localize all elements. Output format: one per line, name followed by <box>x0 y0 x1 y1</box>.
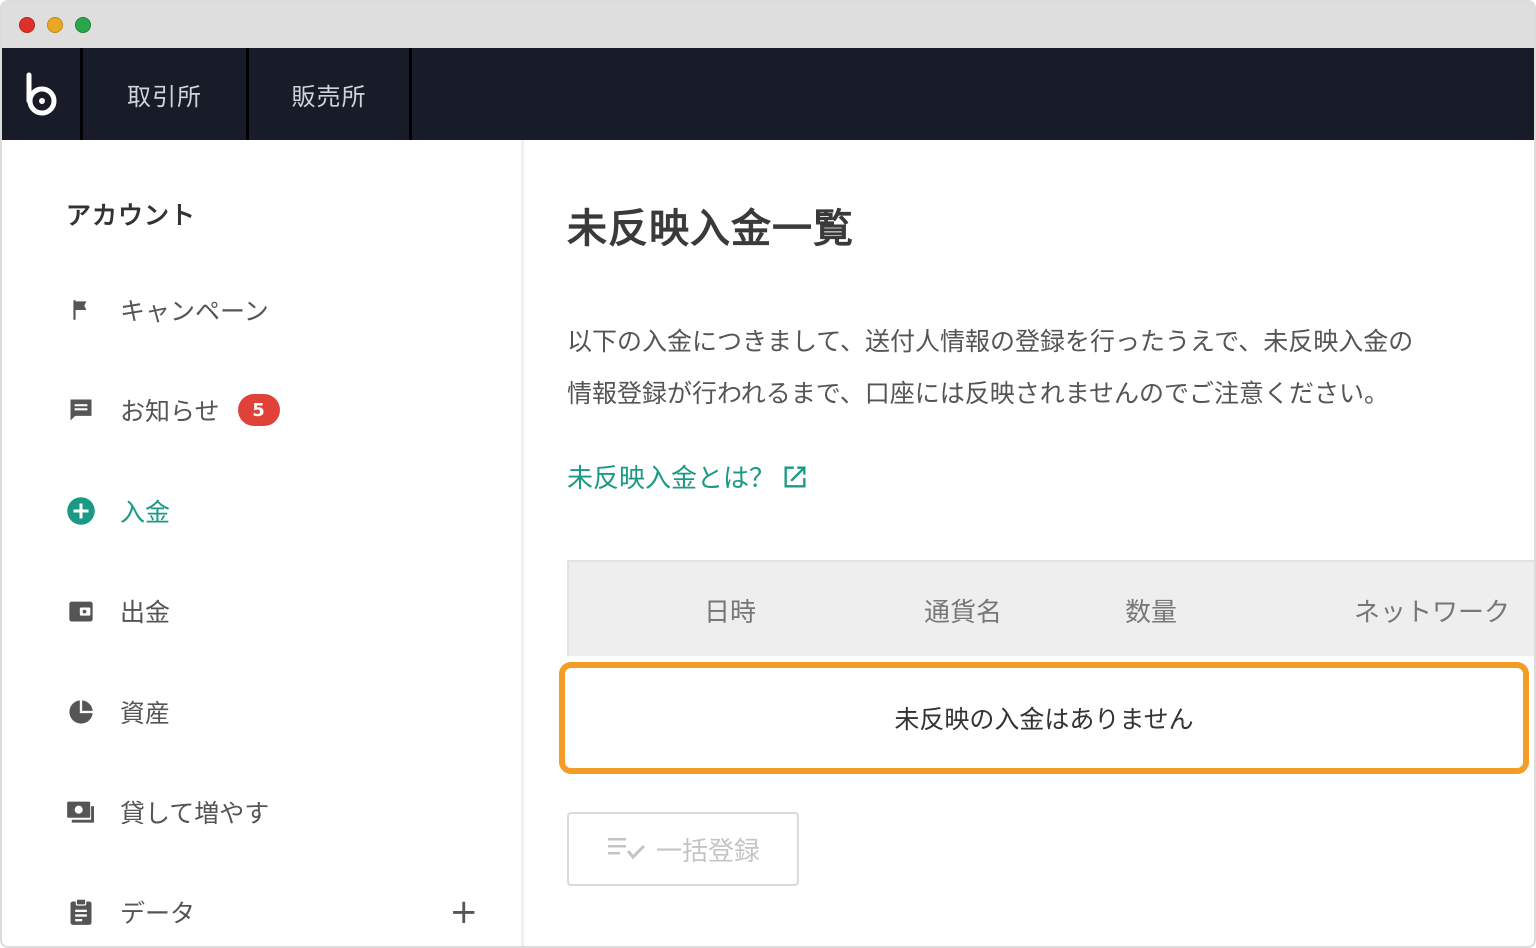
nav-sales-label: 販売所 <box>291 82 367 111</box>
message-icon <box>66 395 96 425</box>
nav-sales[interactable]: 販売所 <box>246 48 412 140</box>
what-is-unreflected-deposit-link[interactable]: 未反映入金とは？ <box>567 458 809 495</box>
sidebar-item-label: データ <box>120 899 196 928</box>
clipboard-icon <box>66 897 96 927</box>
flag-icon <box>66 295 96 325</box>
sidebar-item-label: お知らせ <box>120 397 220 426</box>
sidebar-item-label: 出金 <box>120 598 171 627</box>
sidebar-item-lending[interactable]: 貸して増やす <box>66 792 506 832</box>
sidebar-heading: アカウント <box>66 201 197 230</box>
sidebar-item-data[interactable]: データ + <box>66 892 506 932</box>
bulk-register-label: 一括登録 <box>655 836 760 867</box>
nav-exchange[interactable]: 取引所 <box>80 48 246 140</box>
column-header-currency[interactable]: 通貨名 <box>924 562 1002 658</box>
bulk-register-button[interactable]: 一括登録 <box>567 812 799 886</box>
top-navigation: 取引所 販売所 <box>2 48 1534 140</box>
expand-icon[interactable]: + <box>450 894 479 930</box>
link-label: 未反映入金とは？ <box>567 464 776 494</box>
sidebar-item-news[interactable]: お知らせ 5 <box>66 390 506 430</box>
page-title: 未反映入金一覧 <box>567 206 854 252</box>
wallet-icon <box>66 596 96 626</box>
sidebar-item-deposit[interactable]: 入金 <box>66 491 506 531</box>
sidebar-item-campaign[interactable]: キャンペーン <box>66 290 506 330</box>
main-content: 未反映入金一覧 以下の入金につきまして、送付人情報の登録を行ったうえで、未反映入… <box>527 140 1534 946</box>
plus-circle-icon <box>66 496 96 526</box>
bitbank-logo-icon <box>26 72 57 116</box>
page-description: 以下の入金につきまして、送付人情報の登録を行ったうえで、未反映入金の 情報登録が… <box>567 316 1413 420</box>
sidebar-item-label: 貸して増やす <box>120 799 270 828</box>
pie-chart-icon <box>66 697 96 727</box>
column-header-datetime[interactable]: 日時 <box>704 562 756 658</box>
minimize-window-button[interactable] <box>47 17 63 33</box>
description-line: 情報登録が行われるまで、口座には反映されませんのでご注意ください。 <box>567 379 1390 408</box>
external-link-icon <box>784 466 806 487</box>
maximize-window-button[interactable] <box>75 17 91 33</box>
window-titlebar <box>2 2 1534 48</box>
description-line: 以下の入金につきまして、送付人情報の登録を行ったうえで、未反映入金の <box>567 327 1414 356</box>
browser-window: 取引所 販売所 アカウント キャンペーン お知らせ 5 入金 出金 資産 貸して… <box>0 0 1536 948</box>
close-window-button[interactable] <box>19 17 35 33</box>
nav-exchange-label: 取引所 <box>127 82 202 111</box>
sidebar-item-withdraw[interactable]: 出金 <box>66 591 506 631</box>
table-header: 日時 通貨名 数量 ネットワーク <box>567 560 1534 658</box>
sidebar-item-label: 入金 <box>120 498 171 527</box>
sidebar-item-label: 資産 <box>120 699 171 728</box>
money-icon <box>66 797 96 827</box>
sidebar: アカウント キャンペーン お知らせ 5 入金 出金 資産 貸して増やす データ … <box>2 140 524 946</box>
sidebar-item-label: キャンペーン <box>120 297 269 326</box>
empty-table-message: 未反映の入金はありません <box>559 662 1529 774</box>
sidebar-item-assets[interactable]: 資産 <box>66 692 506 732</box>
column-header-network[interactable]: ネットワーク <box>1354 562 1510 658</box>
column-header-amount[interactable]: 数量 <box>1125 562 1177 658</box>
logo[interactable] <box>2 48 80 140</box>
list-check-icon <box>607 838 646 860</box>
notification-badge: 5 <box>237 394 280 426</box>
